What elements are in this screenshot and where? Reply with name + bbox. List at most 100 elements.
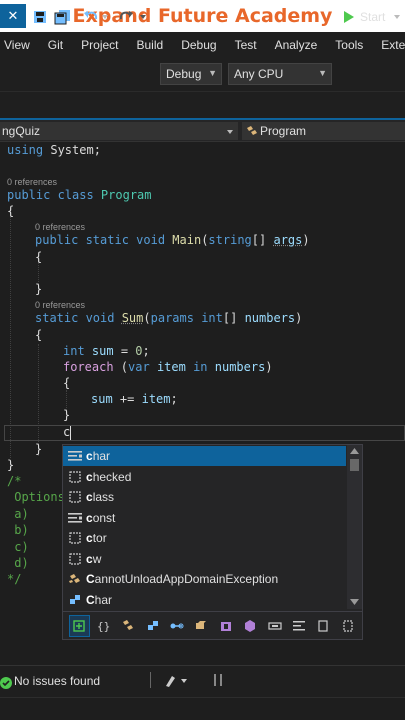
snippet-filter-icon[interactable]	[338, 615, 358, 637]
start-button[interactable]: Start	[343, 0, 401, 34]
menu-test[interactable]: Test	[226, 38, 266, 52]
menu-analyze[interactable]: Analyze	[266, 38, 327, 52]
code-line-declare: int sum = 0;	[63, 344, 150, 358]
keyword-filter-icon[interactable]	[313, 615, 333, 637]
completion-scrollbar[interactable]	[347, 445, 362, 609]
code-line-foreach: foreach (var item in numbers)	[63, 360, 273, 374]
code-line-class: public class Program	[7, 188, 152, 202]
codelens-references[interactable]: 0 references	[35, 300, 85, 310]
struct-icon	[68, 593, 82, 607]
tab-program-cs[interactable]: ✕	[0, 4, 26, 28]
completion-label: har	[94, 592, 113, 607]
class-filter-icon[interactable]	[118, 615, 138, 637]
snippet-icon	[68, 531, 82, 545]
scroll-up-icon	[350, 448, 359, 454]
code-line-brace: {	[35, 250, 43, 264]
scroll-down-icon	[350, 599, 359, 605]
interface-filter-icon[interactable]	[167, 615, 187, 637]
completion-filter-bar: {}	[63, 611, 362, 639]
completion-match: c	[86, 531, 93, 545]
menu-debug[interactable]: Debug	[172, 38, 225, 52]
completion-label: annotUnloadAppDomainException	[94, 572, 279, 586]
document-tab-strip	[0, 92, 405, 120]
check-circle-icon	[0, 674, 12, 693]
undo-dropdown-icon[interactable]	[101, 0, 109, 34]
namespace-filter-icon[interactable]: {}	[94, 615, 114, 637]
completion-label: lass	[92, 490, 115, 504]
target-typed-filter-icon[interactable]	[289, 615, 309, 637]
code-line-brace: }	[35, 282, 43, 296]
keyword-icon	[68, 449, 82, 463]
svg-text:{}: {}	[97, 620, 110, 633]
comment-line: c)	[7, 540, 29, 554]
chevron-down-icon	[394, 15, 401, 19]
menu-git[interactable]: Git	[39, 38, 72, 52]
comment-line: b)	[7, 523, 29, 537]
completion-item[interactable]: c har	[63, 446, 346, 466]
configuration-value: Debug	[166, 67, 202, 81]
cleanup-brush-icon[interactable]	[164, 673, 190, 692]
snippet-icon	[68, 470, 82, 484]
status-divider	[150, 672, 151, 688]
comment-line: Options	[7, 490, 65, 504]
platform-dropdown[interactable]: Any CPU ▼	[228, 63, 332, 85]
banner-title: Expand Future Academy	[72, 5, 333, 27]
completion-item[interactable]: c hecked	[63, 467, 346, 487]
completion-label: tor	[92, 531, 107, 545]
completion-item[interactable]: cw	[63, 549, 346, 569]
menu-tools[interactable]: Tools	[326, 38, 372, 52]
struct-filter-icon[interactable]	[142, 615, 162, 637]
project-name: ngQuiz	[2, 124, 41, 138]
enum-filter-icon[interactable]	[216, 615, 236, 637]
code-line-brace: {	[35, 328, 43, 342]
menu-extensions[interactable]: Exten	[372, 38, 405, 52]
completion-match: C	[86, 592, 95, 607]
redo-icon	[118, 0, 134, 34]
completion-item[interactable]: CannotUnloadAppDomainException	[63, 569, 346, 589]
code-line-sum: static void Sum(params int[] numbers)	[35, 311, 303, 325]
class-icon	[247, 126, 257, 135]
undo-icon[interactable]	[83, 0, 99, 34]
menu-project[interactable]: Project	[72, 38, 127, 52]
completion-item[interactable]: c onst	[63, 508, 346, 528]
menu-build[interactable]: Build	[128, 38, 173, 52]
snippet-expand-icon[interactable]	[69, 614, 90, 637]
scrollbar-thumb[interactable]	[350, 459, 359, 471]
completion-item[interactable]: Char	[63, 590, 346, 610]
module-filter-icon[interactable]	[240, 615, 260, 637]
code-line-body: sum += item;	[91, 392, 178, 406]
comment-line: /*	[7, 474, 22, 488]
platform-value: Any CPU	[234, 67, 284, 81]
menu-view[interactable]: View	[0, 38, 39, 52]
chevron-down-icon: ▼	[208, 68, 217, 78]
project-dropdown[interactable]: ngQuiz	[0, 122, 238, 140]
save-icon[interactable]	[32, 0, 48, 34]
completion-label: har	[92, 449, 111, 463]
completion-item[interactable]: c lass	[63, 487, 346, 507]
completion-label: onst	[92, 510, 116, 525]
code-line-brace: }	[7, 458, 15, 472]
codelens-references[interactable]: 0 references	[7, 177, 57, 187]
start-label: Start	[360, 10, 386, 24]
completion-label: w	[92, 551, 102, 566]
configuration-dropdown[interactable]: Debug ▼	[160, 63, 222, 85]
code-line-brace: }	[63, 408, 71, 422]
save-all-icon[interactable]	[54, 0, 72, 34]
extension-filter-icon[interactable]	[264, 615, 284, 637]
comment-line: a)	[7, 507, 29, 521]
codelens-references[interactable]: 0 references	[35, 222, 85, 232]
bottom-strip	[0, 697, 405, 720]
comment-line: d)	[7, 556, 29, 570]
type-dropdown[interactable]: Program	[242, 122, 405, 140]
completion-item[interactable]: c tor	[63, 528, 346, 548]
issues-status[interactable]: No issues found	[14, 674, 100, 688]
comment-line: */	[7, 572, 22, 586]
completion-match: c	[86, 469, 93, 484]
redo-dropdown-icon	[139, 0, 147, 34]
completion-match: c	[86, 551, 93, 566]
chevron-down-icon	[227, 130, 233, 134]
completion-label: hecked	[92, 469, 132, 484]
delegate-filter-icon[interactable]	[191, 615, 211, 637]
close-icon[interactable]: ✕	[8, 9, 19, 24]
menu-bar: View Git Project Build Debug Test Analyz…	[0, 32, 405, 58]
